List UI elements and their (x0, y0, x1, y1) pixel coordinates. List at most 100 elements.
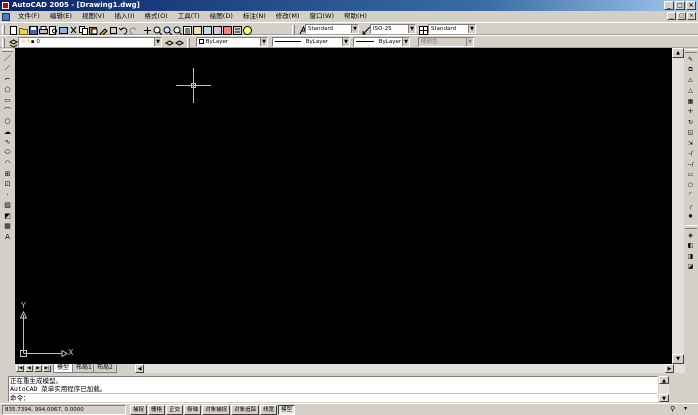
sheet-set-icon[interactable] (212, 25, 222, 35)
copy-clip-icon[interactable] (78, 25, 88, 35)
menu-edit[interactable]: 编辑(E) (45, 11, 77, 22)
properties-icon[interactable] (182, 25, 192, 35)
zoom-previous-icon[interactable] (172, 25, 183, 36)
offset-icon[interactable]: △ (685, 86, 696, 97)
layer-select[interactable]: ☼☼▪ 0 ▼ (18, 37, 162, 47)
chevron-down-icon[interactable]: ▼ (260, 38, 267, 46)
tool-palettes-icon[interactable] (202, 25, 212, 35)
command-line[interactable]: 正在重生成模型。 AutoCAD 菜单实用程序已加载。 命令： (8, 376, 658, 402)
osnap-toggle[interactable]: 对象捕捉 (202, 405, 231, 415)
open-icon[interactable] (18, 25, 28, 35)
snap-toggle[interactable]: 捕捉 (130, 405, 148, 415)
chevron-down-icon[interactable]: ▼ (351, 25, 358, 33)
polyline-icon[interactable]: ⌐ (2, 74, 13, 85)
scroll-down-button[interactable]: ▼ (659, 394, 669, 402)
maximize-button[interactable]: □ (675, 1, 685, 10)
rotate-icon[interactable]: ↻ (685, 117, 696, 128)
revision-cloud-icon[interactable]: ☁ (2, 127, 13, 138)
table-icon[interactable]: ▦ (2, 221, 13, 232)
grid-toggle[interactable]: 栅格 (148, 405, 166, 415)
menu-window[interactable]: 窗口(W) (304, 11, 339, 22)
bring-front-icon[interactable]: ◧ (685, 241, 696, 252)
draw-order-icon[interactable]: ◈ (685, 230, 696, 241)
document-icon[interactable] (2, 12, 10, 21)
ortho-toggle[interactable]: 正交 (166, 405, 184, 415)
minimize-button[interactable]: _ (664, 1, 674, 10)
lineweight-select[interactable]: ByLayer ▼ (353, 37, 410, 47)
linetype-select[interactable]: ByLayer ▼ (272, 37, 350, 47)
table-style-select[interactable]: Standard ▼ (428, 24, 476, 34)
paste-icon[interactable] (88, 25, 98, 35)
dim-style-icon[interactable] (361, 25, 371, 35)
autocad-logo-icon[interactable] (2, 2, 9, 9)
qnew-icon[interactable] (8, 25, 17, 35)
above-object-icon[interactable]: ◪ (685, 262, 696, 273)
menu-format[interactable]: 格式(O) (140, 11, 173, 22)
color-select[interactable]: ByLayer ▼ (196, 37, 268, 47)
arc-icon[interactable]: ⌒ (2, 106, 13, 117)
menu-draw[interactable]: 绘图(D) (205, 11, 238, 22)
circle-icon[interactable]: ○ (2, 116, 13, 127)
toolbar-grip[interactable] (2, 37, 5, 48)
scroll-up-button[interactable]: ▲ (659, 376, 669, 384)
next-tab-button[interactable]: ▶ (34, 365, 42, 372)
erase-icon[interactable]: ✎ (685, 54, 696, 65)
styles-toolbar-grip[interactable] (292, 24, 295, 35)
table-style-icon[interactable] (418, 25, 428, 35)
extend-icon[interactable]: --/ (685, 159, 696, 170)
ellipse-arc-icon[interactable]: ◠ (2, 158, 13, 169)
menu-modify[interactable]: 修改(M) (271, 11, 305, 22)
redo-icon[interactable] (128, 25, 137, 35)
line-icon[interactable]: ／ (2, 53, 13, 64)
toolbar-grip[interactable] (685, 49, 697, 53)
stretch-icon[interactable]: ⇲ (685, 138, 696, 149)
design-center-icon[interactable] (192, 25, 202, 35)
last-tab-button[interactable]: ▶| (43, 365, 51, 372)
chevron-down-icon[interactable]: ▼ (408, 25, 415, 33)
save-icon[interactable] (28, 25, 38, 35)
layer-manager-icon[interactable] (8, 38, 19, 48)
scroll-down-button[interactable]: ▼ (672, 354, 684, 364)
break-icon[interactable]: ⬠ (685, 180, 696, 191)
toolbar-grip[interactable] (2, 49, 13, 52)
command-prompt[interactable]: 命令： (10, 393, 657, 402)
region-icon[interactable]: ◩ (2, 211, 13, 222)
cut-icon[interactable] (68, 25, 77, 34)
menu-file[interactable]: 文件(F) (13, 11, 45, 22)
model-toggle[interactable]: 模型 (278, 405, 296, 415)
undo-icon[interactable] (118, 25, 128, 35)
toolbar-grip[interactable] (685, 225, 697, 229)
menu-help[interactable]: 帮助(H) (339, 11, 372, 22)
layer-previous-icon[interactable] (174, 38, 185, 47)
match-properties-icon[interactable] (98, 25, 108, 37)
scroll-up-button[interactable]: ▲ (672, 48, 684, 58)
polar-toggle[interactable]: 极轴 (184, 405, 202, 415)
prev-tab-button[interactable]: ◀ (25, 365, 33, 372)
hatch-icon[interactable]: ▨ (2, 200, 13, 211)
help-icon[interactable] (242, 25, 252, 35)
menu-tools[interactable]: 工具(T) (173, 11, 205, 22)
tab-model[interactable]: 模型 (53, 364, 74, 373)
polygon-icon[interactable]: ⬠ (2, 85, 13, 96)
chevron-down-icon[interactable]: ▼ (342, 38, 349, 46)
properties-toolbar-grip[interactable] (187, 37, 190, 48)
close-button[interactable]: × (686, 1, 696, 10)
toolbar-grip[interactable] (2, 24, 5, 35)
rectangle-icon[interactable]: ▭ (2, 95, 13, 106)
lineweight-toggle[interactable]: 线宽 (260, 405, 278, 415)
fillet-icon[interactable]: ╭ (685, 201, 696, 212)
mirror-icon[interactable]: ⚠ (685, 75, 696, 86)
vertical-scrollbar[interactable]: ▲ ▼ (672, 48, 684, 364)
scroll-left-button[interactable]: ◀ (135, 364, 144, 373)
zoom-window-icon[interactable] (162, 25, 173, 36)
scale-icon[interactable]: ◱ (685, 128, 696, 139)
make-object-layer-current-icon[interactable] (164, 38, 175, 47)
plot-icon[interactable] (38, 25, 48, 34)
doc-restore-button[interactable]: □ (677, 12, 686, 20)
copy-icon[interactable]: ⧉ (685, 65, 696, 76)
spline-icon[interactable]: ∿ (2, 137, 13, 148)
pan-icon[interactable] (142, 25, 151, 34)
doc-minimize-button[interactable]: _ (667, 12, 676, 20)
move-icon[interactable]: ✛ (685, 107, 696, 118)
scroll-right-button[interactable]: ▶ (665, 364, 674, 373)
